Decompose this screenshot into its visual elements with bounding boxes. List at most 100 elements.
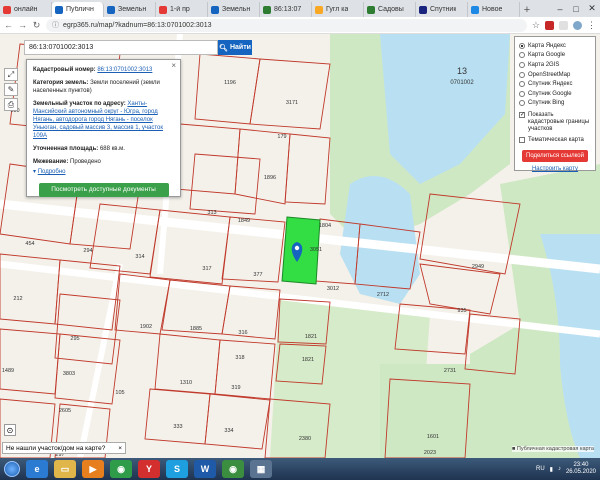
language-indicator[interactable]: RU: [536, 466, 545, 472]
close-icon[interactable]: ×: [171, 62, 176, 70]
survey-label: Межевание:: [33, 159, 69, 165]
layer-option[interactable]: Карта Google: [519, 51, 591, 61]
volume-icon[interactable]: ♪: [558, 466, 561, 472]
parcel-label: 212: [13, 296, 22, 302]
show-boundaries-checkbox[interactable]: ✓ Показать кадастровые границы участков: [519, 112, 591, 133]
clock-time: 23:40: [573, 462, 589, 468]
kadnum-row: Кадастровый номер: 86:13:0701002:3013: [33, 66, 174, 74]
radio-selected-icon[interactable]: [519, 42, 525, 49]
browser-tab[interactable]: 86:13:07: [260, 2, 312, 17]
layer-option[interactable]: Карта 2GIS: [519, 60, 591, 70]
parcel-label: 313: [207, 210, 216, 216]
browser-tab-bar: онлайн Публичн Земельн 1-й пр Земельн 86…: [0, 0, 600, 17]
layer-option[interactable]: Спутник Google: [519, 89, 591, 99]
browser-tab[interactable]: Садовы: [364, 2, 416, 17]
not-found-bar[interactable]: Не нашли участок/дом на карте? ×: [2, 442, 126, 454]
browser-tab[interactable]: 1-й пр: [156, 2, 208, 17]
star-icon[interactable]: ☆: [532, 20, 540, 31]
forward-icon[interactable]: →: [18, 20, 27, 30]
back-icon[interactable]: ←: [4, 20, 13, 30]
category-label: Категория земель:: [33, 80, 89, 86]
media-icon[interactable]: ▶: [82, 460, 104, 478]
clock-date: 26.05.2020: [565, 469, 596, 475]
extension-icon[interactable]: [559, 20, 568, 30]
area-label: Уточненная площадь:: [33, 146, 99, 152]
print-icon[interactable]: ⎙: [4, 98, 18, 111]
browser-tab[interactable]: Земельн: [208, 2, 260, 17]
map-layers-panel: Карта Яндекс Карта Google Карта 2GIS Ope…: [514, 36, 596, 172]
parcel-label: 3171: [286, 100, 298, 106]
search-icon: 🔍︎: [219, 44, 228, 52]
parcel-label: 1804: [319, 223, 331, 229]
radio-icon[interactable]: [519, 100, 525, 107]
parcel-label: 377: [253, 272, 262, 278]
radio-icon[interactable]: [519, 71, 525, 78]
map-copyright: ■ Публичная кадастровая карта: [512, 446, 594, 452]
layer-option[interactable]: OpenStreetMap: [519, 70, 591, 80]
explorer-icon[interactable]: ▭: [54, 460, 76, 478]
tab-favicon-icon: [159, 5, 167, 14]
browser-tab-active[interactable]: Публичн: [52, 2, 104, 17]
checkbox-icon[interactable]: [519, 137, 525, 144]
layer-option[interactable]: Спутник Яндекс: [519, 79, 591, 89]
parcel-label: 316: [238, 330, 247, 336]
configure-map-link[interactable]: Настроить карту: [519, 166, 591, 172]
more-details-link[interactable]: ▾ Подробно: [33, 168, 174, 176]
parcel-label: 1821: [305, 334, 317, 340]
browser-tab[interactable]: онлайн: [0, 2, 52, 17]
url-field[interactable]: ⓘ egrp365.ru/map/?kadnum=86:13:0701002:3…: [46, 18, 527, 32]
tab-favicon-icon: [315, 5, 323, 14]
close-icon[interactable]: ✕: [584, 0, 600, 17]
layer-option[interactable]: Карта Яндекс: [519, 41, 591, 51]
maximize-icon[interactable]: □: [568, 0, 584, 17]
minimize-icon[interactable]: –: [552, 0, 568, 17]
network-icon[interactable]: ▮: [550, 466, 553, 473]
thematic-map-checkbox[interactable]: Тематическая карта: [519, 137, 591, 144]
browser-tab[interactable]: Новое: [468, 2, 520, 17]
map-area[interactable]: 3171 1196 179 130 1896 1849 1804 313 454…: [0, 34, 600, 458]
word-icon[interactable]: W: [194, 460, 216, 478]
checkbox-checked-icon[interactable]: ✓: [519, 112, 525, 119]
browser-tab[interactable]: Спутник: [416, 2, 468, 17]
address-bar: ← → ↻ ⓘ egrp365.ru/map/?kadnum=86:13:070…: [0, 17, 600, 34]
extension-icon[interactable]: [545, 20, 554, 30]
show-documents-button[interactable]: Посмотреть доступные документы: [38, 183, 169, 197]
ie-icon[interactable]: e: [26, 460, 48, 478]
kadnum-link[interactable]: 86:13:0701002:3013: [97, 67, 152, 73]
radio-icon[interactable]: [519, 61, 525, 68]
chrome-icon[interactable]: ◉: [110, 460, 132, 478]
radio-icon[interactable]: [519, 52, 525, 59]
kadnum-label: Кадастровый номер:: [33, 67, 96, 73]
location-icon[interactable]: ⊙: [4, 424, 16, 436]
browser-tab[interactable]: Гугл ка: [312, 2, 364, 17]
clock[interactable]: 23:40 26.05.2020: [566, 462, 596, 476]
parcel-label: 1821: [302, 357, 314, 363]
chrome2-icon[interactable]: ◉: [222, 460, 244, 478]
ruler-icon[interactable]: ✎: [4, 83, 18, 96]
yandex-icon[interactable]: Y: [138, 460, 160, 478]
layer-option[interactable]: Спутник Bing: [519, 99, 591, 109]
start-button[interactable]: [4, 461, 20, 477]
layer-label: Карта Google: [528, 52, 566, 59]
layer-label: Карта 2GIS: [528, 61, 560, 68]
close-icon[interactable]: ×: [118, 445, 122, 452]
parcel-label: 319: [231, 385, 240, 391]
address-row: Земельный участок по адресу: Ханты-Манси…: [33, 100, 174, 140]
parcel-label: 454: [25, 241, 34, 247]
reload-icon[interactable]: ↻: [32, 20, 41, 31]
share-link-button[interactable]: Поделиться ссылкой: [522, 150, 588, 163]
survey-row: Межевание: Проведено: [33, 158, 174, 166]
skype-icon[interactable]: S: [166, 460, 188, 478]
parcel-label: 2605: [59, 408, 71, 414]
profile-icon[interactable]: [573, 20, 582, 30]
browser-tab[interactable]: Земельн: [104, 2, 156, 17]
url-text: egrp365.ru/map/?kadnum=86:13:0701002:301…: [63, 21, 212, 29]
menu-icon[interactable]: ⋮: [587, 20, 596, 31]
fullscreen-icon[interactable]: ⤢: [4, 68, 18, 81]
search-input[interactable]: 86:13:0701002:3013: [24, 40, 218, 55]
new-tab-icon[interactable]: +: [520, 2, 534, 17]
radio-icon[interactable]: [519, 81, 525, 88]
search-button[interactable]: 🔍︎ Найти: [218, 40, 252, 55]
calc-icon[interactable]: ▦: [250, 460, 272, 478]
radio-icon[interactable]: [519, 90, 525, 97]
